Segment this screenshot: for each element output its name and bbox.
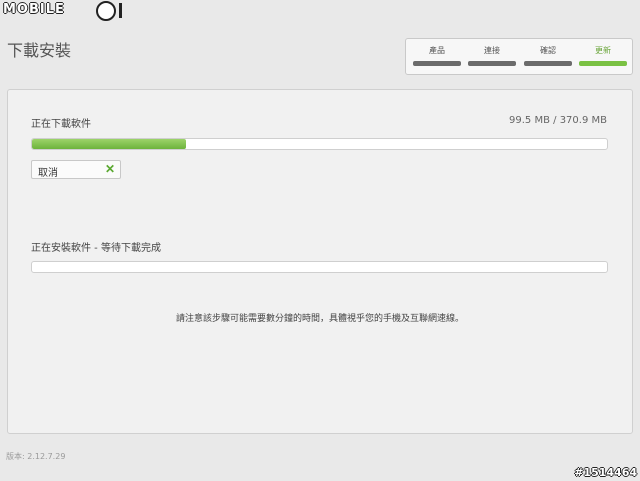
step-bar <box>524 61 572 66</box>
version-text: 版本: 2.12.7.29 <box>6 452 66 461</box>
cancel-button-label: 取消 <box>38 168 58 179</box>
window-title: 下載安裝 <box>7 41 72 60</box>
step-connect: 連接 <box>468 44 516 66</box>
download-progress-bar <box>31 138 608 150</box>
watermark-logo-text: MOBILE <box>3 2 65 17</box>
close-icon: ✕ <box>104 162 115 176</box>
cancel-button[interactable]: 取消 ✕ <box>31 160 121 179</box>
step-bar <box>413 61 461 66</box>
step-label: 更新 <box>595 46 611 55</box>
step-bar <box>579 61 627 66</box>
download-progress-fill <box>32 139 187 149</box>
step-update: 更新 <box>579 44 627 66</box>
step-confirm: 確認 <box>524 44 572 66</box>
download-size-text: 99.5 MB / 370.9 MB <box>509 115 607 126</box>
notice-text: 請注意該步驟可能需要數分鐘的時間，具體視乎您的手機及互聯網速線。 <box>175 314 464 324</box>
step-bar <box>468 61 516 66</box>
step-label: 產品 <box>429 46 445 55</box>
watermark-logo-circle <box>96 1 116 21</box>
step-product: 產品 <box>413 44 461 66</box>
step-label: 連接 <box>484 46 500 55</box>
install-status-label: 正在安裝軟件 - 等待下載完成 <box>31 243 161 254</box>
download-status-label: 正在下載軟件 <box>31 119 91 130</box>
watermark-post-id: #1514464 <box>574 466 637 479</box>
main-panel: 正在下載軟件 99.5 MB / 370.9 MB 取消 ✕ 正在安裝軟件 - … <box>7 89 633 434</box>
watermark-logo-bar <box>119 3 122 18</box>
install-progress-bar <box>31 261 608 273</box>
step-label: 確認 <box>540 46 556 55</box>
steps-indicator: 產品 連接 確認 更新 <box>405 38 633 75</box>
